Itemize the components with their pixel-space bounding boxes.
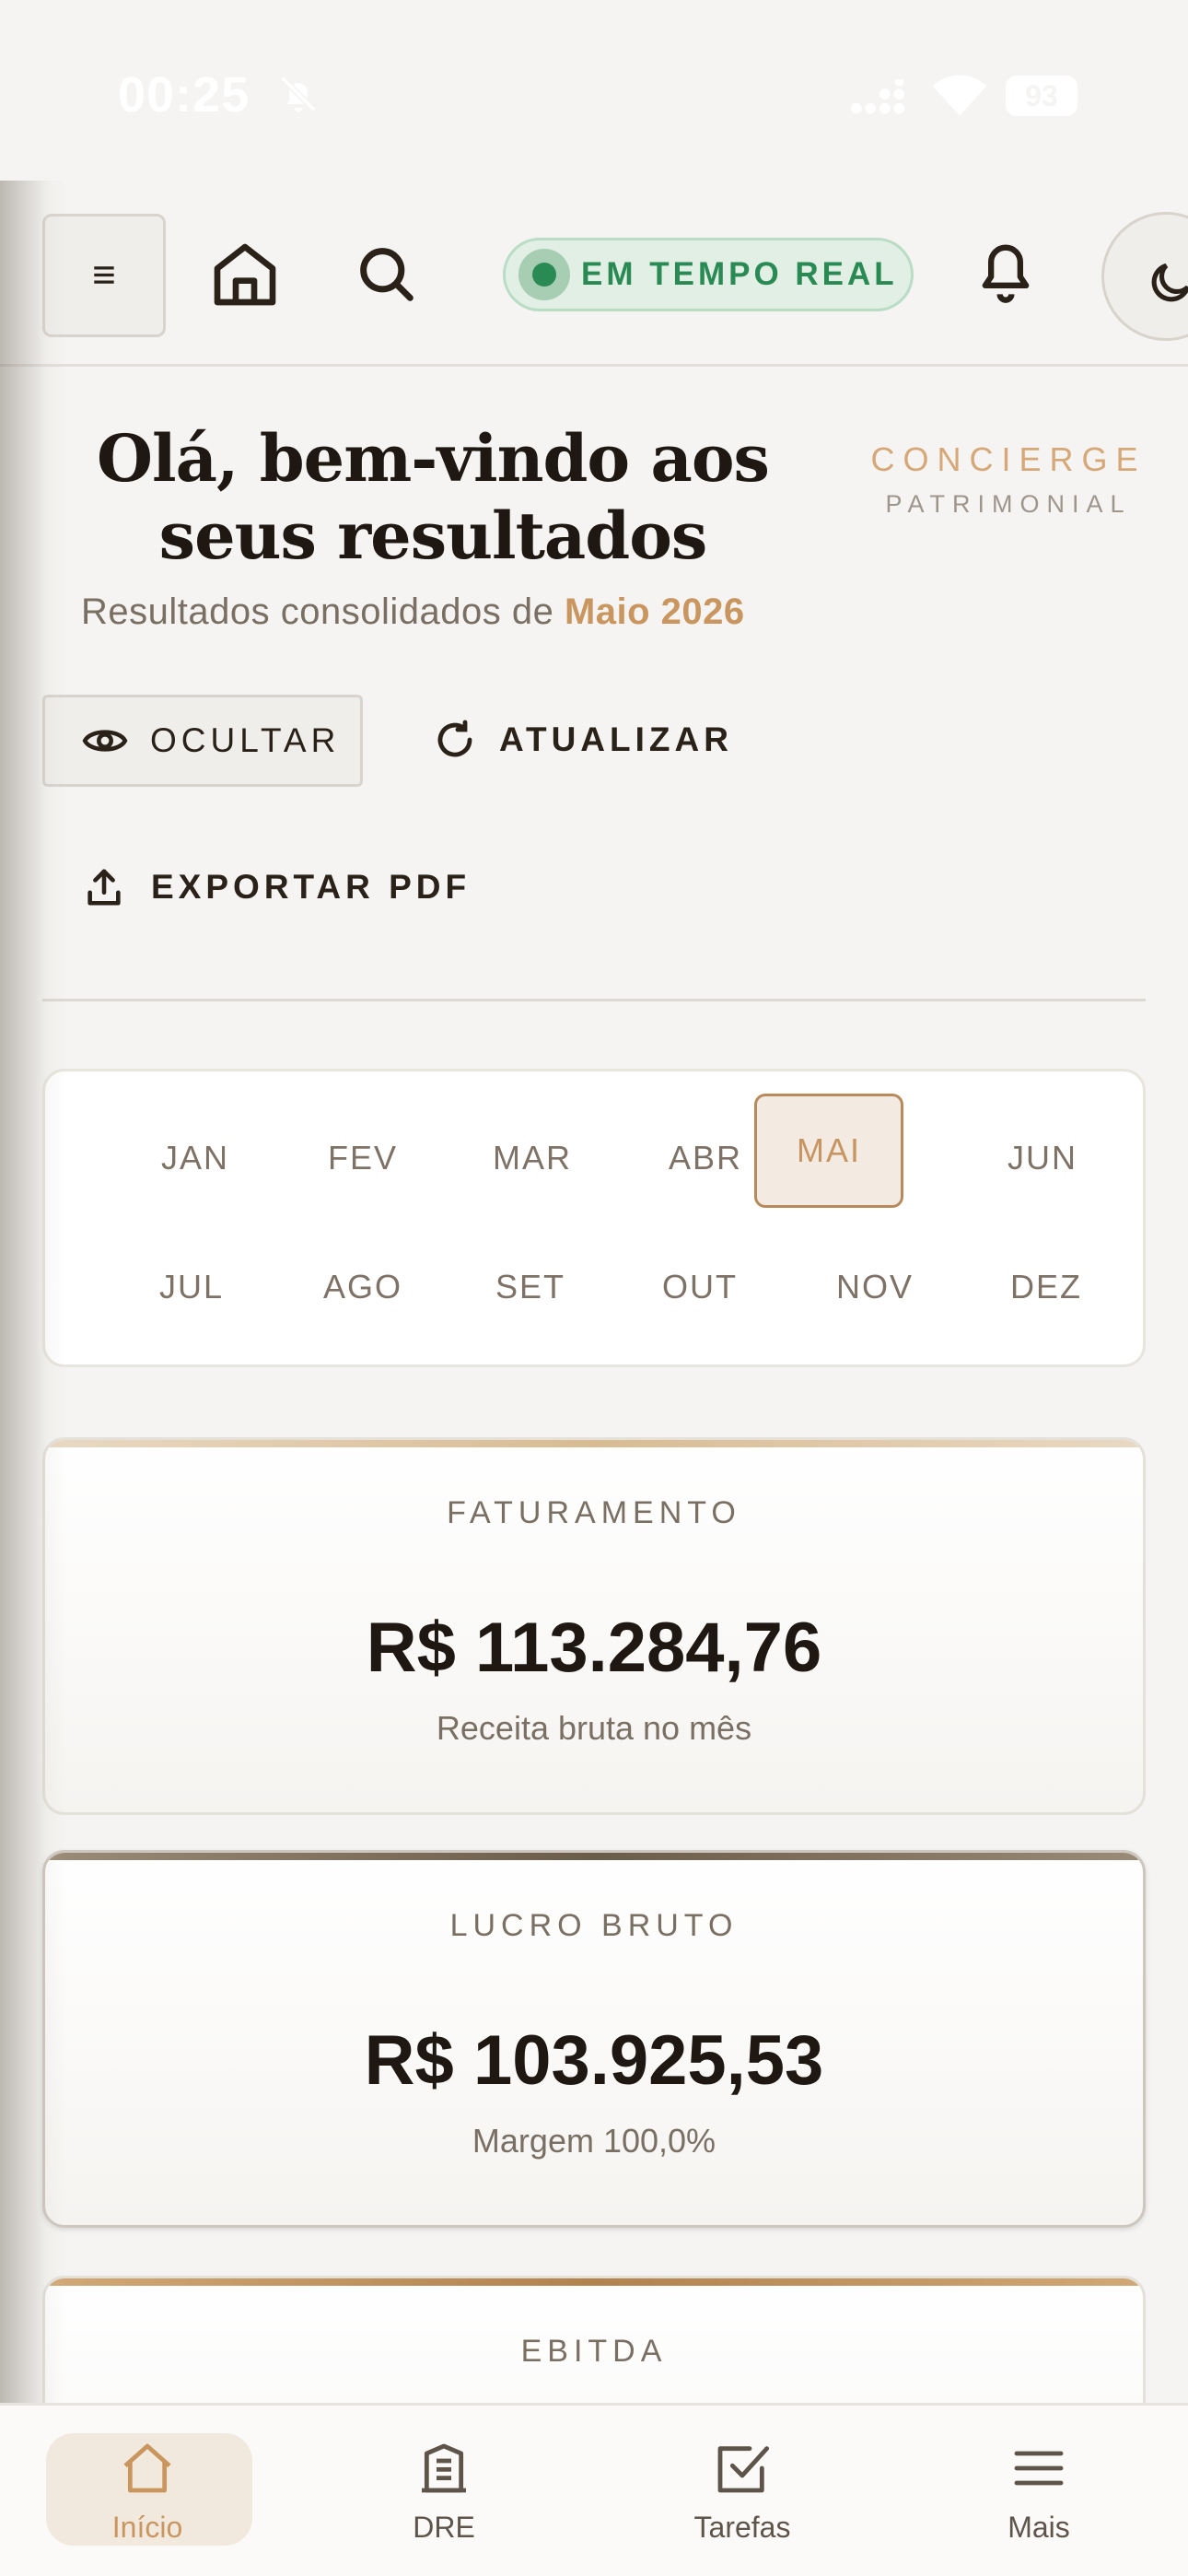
period-subtitle: Resultados consolidados de Maio 2026 (81, 591, 745, 633)
upload-icon (87, 869, 121, 906)
moon-icon (1151, 263, 1188, 302)
section-divider (42, 999, 1146, 1001)
nav-label: Mais (1007, 2511, 1070, 2544)
kpi-value: R$ 103.925,53 (364, 2021, 824, 2100)
home-icon (123, 2443, 171, 2493)
card-accent-bar (45, 1853, 1143, 1860)
month-nov[interactable]: NOV (800, 1230, 949, 1344)
subtitle-prefix: Resultados consolidados de (81, 591, 565, 632)
nav-item-tasks[interactable]: Tarefas (632, 2406, 853, 2576)
month-out[interactable]: OUT (625, 1230, 775, 1344)
bell-icon[interactable] (971, 232, 1041, 310)
month-jan[interactable]: JAN (121, 1101, 270, 1215)
hide-values-button[interactable]: OCULTAR (42, 695, 363, 787)
hamburger-icon: ≡ (92, 252, 116, 298)
kpi-label: FATURAMENTO (447, 1495, 741, 1530)
nav-item-more[interactable]: Mais (928, 2406, 1149, 2576)
subtitle-period: Maio 2026 (564, 591, 745, 632)
brand-tagline: PATRIMONIAL (885, 490, 1132, 518)
wifi-icon (932, 75, 987, 116)
live-status-label: EM TEMPO REAL (581, 256, 898, 292)
export-pdf-button[interactable]: EXPORTAR PDF (83, 855, 471, 919)
nav-item-home[interactable]: Início (37, 2406, 258, 2576)
kpi-label: EBITDA (520, 2334, 668, 2369)
nav-label: Início (111, 2511, 183, 2544)
refresh-button[interactable]: ATUALIZAR (433, 708, 733, 772)
home-icon[interactable] (208, 238, 282, 311)
eye-icon (82, 730, 128, 752)
kpi-label: LUCRO BRUTO (449, 1908, 739, 1943)
live-dot-icon (518, 249, 570, 300)
menu-button[interactable]: ≡ (42, 214, 166, 337)
cell-signal-icon (850, 79, 905, 114)
search-icon[interactable] (352, 240, 422, 310)
hide-values-label: OCULTAR (150, 721, 341, 759)
month-ago[interactable]: AGO (288, 1230, 437, 1344)
page-title: Olá, bem-vindo aos seus resultados (97, 420, 770, 574)
checkbox-icon (717, 2446, 770, 2493)
month-mar[interactable]: MAR (458, 1101, 607, 1215)
kpi-caption: Receita bruta no mês (436, 1709, 752, 1747)
card-accent-bar (45, 2278, 1143, 2286)
battery-indicator: 93 (1006, 76, 1077, 116)
status-bar: 00:25 93 (0, 0, 1188, 181)
kpi-card-gross-profit[interactable]: LUCRO BRUTO R$ 103.925,53 Margem 100,0% (42, 1850, 1146, 2228)
month-mai[interactable]: MAI (754, 1094, 903, 1208)
refresh-icon (437, 720, 472, 757)
status-time: 00:25 (118, 67, 250, 123)
month-dez[interactable]: DEZ (972, 1230, 1121, 1344)
top-toolbar: ≡ EM TEMPO REAL (0, 181, 1188, 367)
card-accent-bar (45, 1440, 1143, 1447)
month-jun[interactable]: JUN (968, 1101, 1117, 1215)
refresh-label: ATUALIZAR (499, 720, 733, 758)
live-status-badge: EM TEMPO REAL (503, 238, 914, 311)
bottom-navigation: Início DRE Tarefas Mais (0, 2403, 1188, 2576)
month-set[interactable]: SET (456, 1230, 605, 1344)
nav-label: DRE (413, 2511, 475, 2544)
month-selector: JAN FEV MAR ABR MAI JUN JUL AGO SET OUT … (42, 1069, 1146, 1367)
building-icon (422, 2443, 466, 2493)
nav-item-dre[interactable]: DRE (333, 2406, 554, 2576)
kpi-value: R$ 113.284,76 (366, 1609, 822, 1687)
theme-toggle-button[interactable] (1101, 212, 1188, 341)
nav-label: Tarefas (693, 2511, 791, 2544)
muted-bell-icon (280, 76, 317, 112)
kpi-caption: Margem 100,0% (472, 2122, 716, 2160)
kpi-card-revenue[interactable]: FATURAMENTO R$ 113.284,76 Receita bruta … (42, 1437, 1146, 1815)
export-pdf-label: EXPORTAR PDF (151, 868, 472, 906)
menu-icon (1014, 2451, 1064, 2486)
month-fev[interactable]: FEV (288, 1101, 437, 1215)
month-jul[interactable]: JUL (117, 1230, 266, 1344)
brand-name: CONCIERGE (870, 440, 1147, 478)
